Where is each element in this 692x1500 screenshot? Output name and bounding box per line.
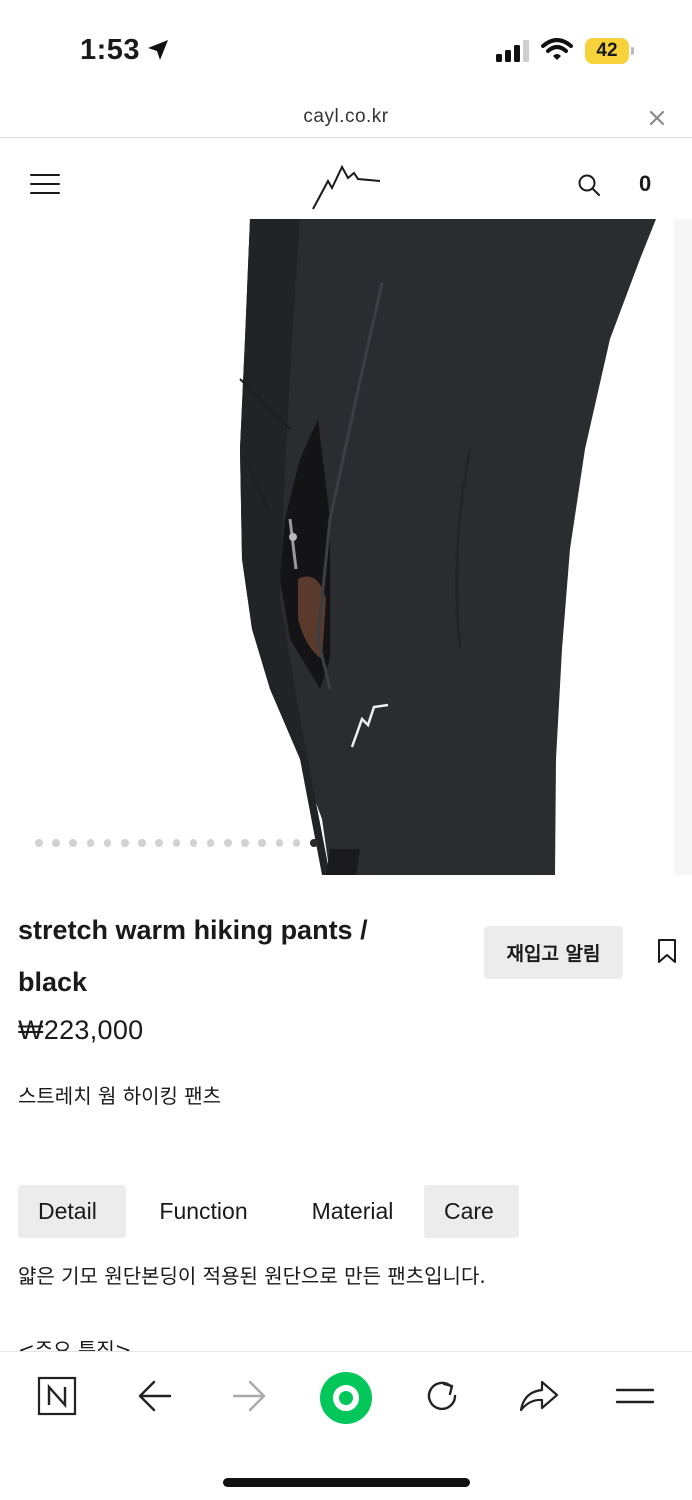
tab-detail[interactable]: Detail [18, 1185, 126, 1238]
share-icon[interactable] [518, 1376, 560, 1416]
product-image[interactable] [0, 219, 692, 875]
url-text[interactable]: cayl.co.kr [0, 106, 692, 128]
tab-function[interactable]: Function [126, 1185, 281, 1238]
gallery-dot[interactable] [103, 839, 112, 847]
battery-level: 42 [585, 38, 629, 64]
browser-toolbar [0, 1351, 692, 1500]
menu-icon[interactable] [615, 1376, 655, 1416]
gallery-dot[interactable] [155, 839, 163, 847]
restock-alert-button[interactable]: 재입고 알림 [484, 926, 623, 979]
gallery-dot[interactable] [189, 839, 198, 847]
product-korean-name: 스트레치 웜 하이킹 팬츠 [18, 1084, 222, 1108]
battery-cap [631, 47, 634, 55]
gallery-dot[interactable] [292, 839, 301, 847]
forward-arrow-icon[interactable] [232, 1376, 268, 1416]
cellular-signal-icon [496, 40, 529, 62]
gallery-dot[interactable] [35, 839, 43, 847]
gallery-dot[interactable] [86, 839, 95, 847]
green-circle-icon[interactable] [319, 1371, 373, 1425]
status-time: 1:53 [80, 34, 141, 66]
gallery-dot[interactable] [275, 839, 284, 847]
naver-n-icon[interactable] [37, 1376, 77, 1416]
mountain-logo-icon[interactable] [310, 161, 382, 211]
gallery-dot[interactable] [52, 839, 60, 847]
close-icon[interactable] [647, 108, 667, 128]
product-info-tabs: Detail Function Material Care [18, 1185, 519, 1238]
gallery-dot[interactable] [172, 839, 181, 847]
wifi-icon [541, 38, 573, 60]
bookmark-icon[interactable] [657, 938, 677, 964]
gallery-pagination [35, 839, 318, 847]
gallery-dot[interactable] [224, 839, 232, 847]
pants-illustration [0, 219, 692, 875]
product-title: stretch warm hiking pants / black [18, 915, 368, 997]
search-icon[interactable] [577, 173, 601, 197]
tab-care[interactable]: Care [424, 1185, 519, 1238]
cart-count[interactable]: 0 [639, 171, 651, 197]
browser-url-bar[interactable]: cayl.co.kr [0, 100, 692, 138]
gallery-dot-active[interactable] [310, 839, 318, 847]
home-indicator[interactable] [223, 1478, 470, 1487]
back-arrow-icon[interactable] [136, 1376, 172, 1416]
gallery-dot[interactable] [258, 839, 267, 847]
hamburger-menu-icon[interactable] [30, 173, 60, 195]
gallery-dot[interactable] [206, 839, 215, 847]
battery-indicator: 42 [585, 38, 634, 64]
product-description: 얇은 기모 원단본딩이 적용된 원단으로 만든 팬츠입니다. [18, 1264, 486, 1288]
gallery-dot[interactable] [138, 839, 146, 847]
gallery-dot[interactable] [120, 839, 129, 847]
tab-material[interactable]: Material [281, 1185, 424, 1238]
location-arrow-icon [148, 40, 168, 60]
site-header: 0 [0, 139, 692, 219]
product-price: ₩223,000 [18, 1015, 144, 1045]
gallery-dot[interactable] [241, 839, 249, 847]
status-bar: 1:53 42 [0, 0, 692, 100]
gallery-dot[interactable] [69, 839, 77, 847]
features-heading: <주요 특징> [18, 1338, 132, 1351]
reload-icon[interactable] [422, 1376, 462, 1416]
